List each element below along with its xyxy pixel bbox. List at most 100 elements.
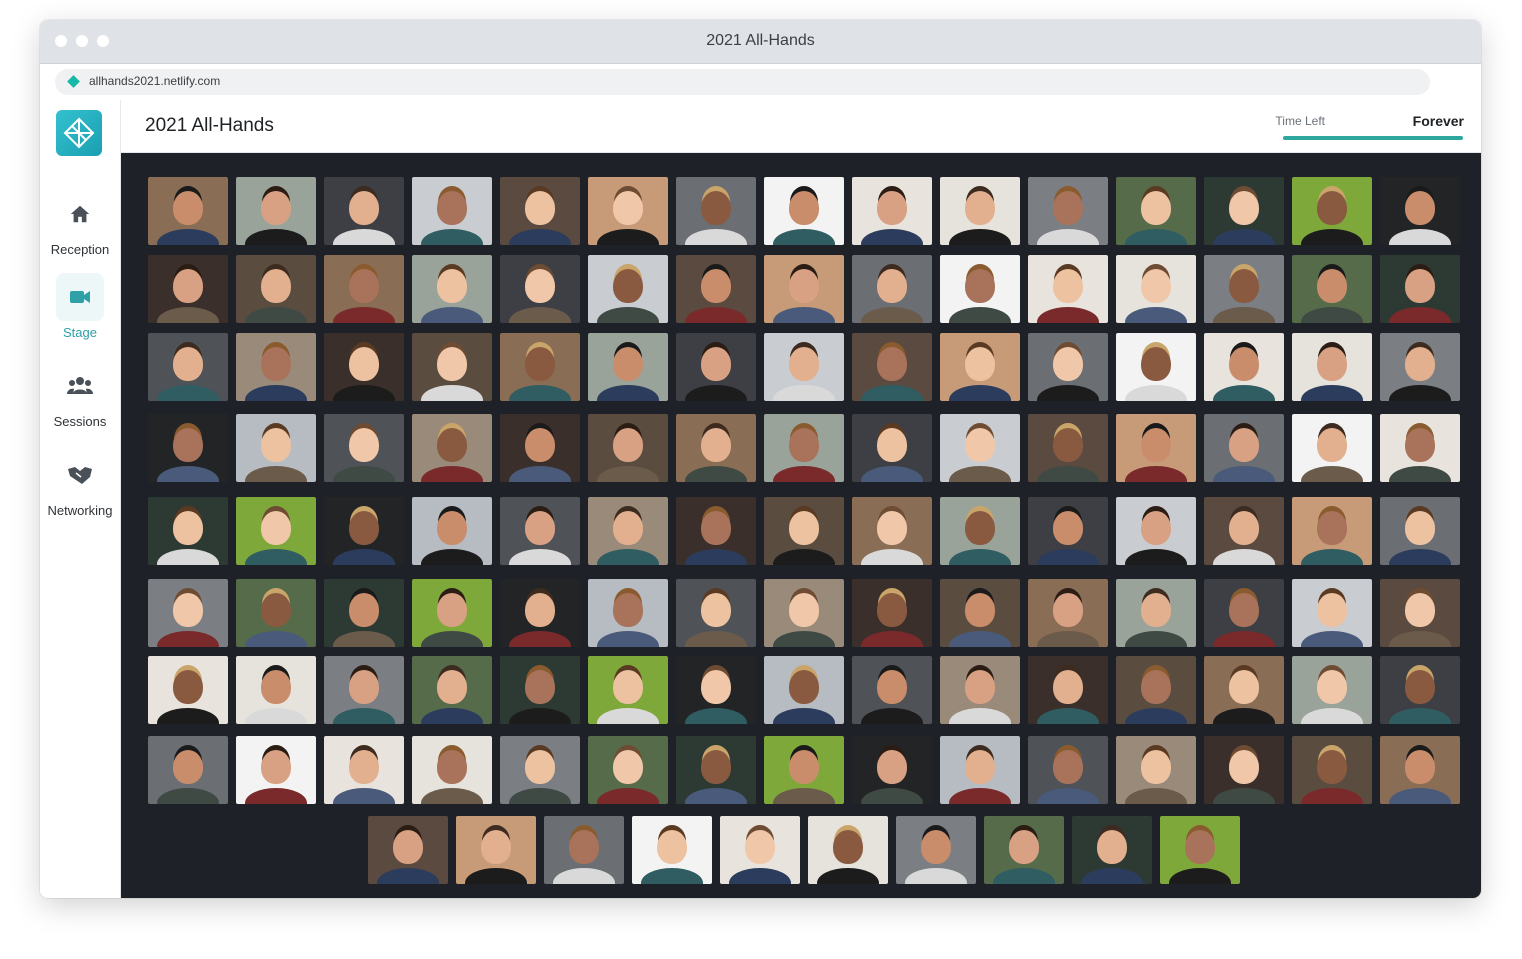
participant-video-tile[interactable] xyxy=(1292,579,1372,647)
participant-video-tile[interactable] xyxy=(324,579,404,647)
participant-video-tile[interactable] xyxy=(412,414,492,482)
participant-video-tile[interactable] xyxy=(764,177,844,245)
participant-video-tile[interactable] xyxy=(236,255,316,323)
sidebar-item-sessions[interactable]: Sessions xyxy=(40,362,120,429)
participant-video-tile[interactable] xyxy=(588,255,668,323)
participant-video-tile[interactable] xyxy=(236,414,316,482)
participant-video-tile[interactable] xyxy=(676,736,756,804)
participant-video-tile[interactable] xyxy=(984,816,1064,884)
participant-video-tile[interactable] xyxy=(236,333,316,401)
participant-video-tile[interactable] xyxy=(148,656,228,724)
participant-video-tile[interactable] xyxy=(1116,255,1196,323)
participant-video-tile[interactable] xyxy=(236,656,316,724)
participant-video-tile[interactable] xyxy=(588,656,668,724)
participant-video-tile[interactable] xyxy=(588,177,668,245)
participant-video-tile[interactable] xyxy=(500,255,580,323)
participant-video-tile[interactable] xyxy=(676,579,756,647)
participant-video-tile[interactable] xyxy=(236,579,316,647)
participant-video-tile[interactable] xyxy=(1116,414,1196,482)
participant-video-tile[interactable] xyxy=(236,736,316,804)
netlify-logo-icon[interactable] xyxy=(56,110,102,156)
participant-video-tile[interactable] xyxy=(1028,255,1108,323)
participant-video-tile[interactable] xyxy=(896,816,976,884)
participant-video-tile[interactable] xyxy=(588,579,668,647)
participant-video-tile[interactable] xyxy=(632,816,712,884)
participant-video-tile[interactable] xyxy=(676,255,756,323)
participant-video-tile[interactable] xyxy=(1292,656,1372,724)
participant-video-tile[interactable] xyxy=(940,579,1020,647)
participant-video-tile[interactable] xyxy=(676,656,756,724)
participant-video-tile[interactable] xyxy=(1204,656,1284,724)
participant-video-tile[interactable] xyxy=(940,177,1020,245)
participant-video-tile[interactable] xyxy=(852,414,932,482)
participant-video-tile[interactable] xyxy=(588,414,668,482)
participant-video-tile[interactable] xyxy=(1116,177,1196,245)
participant-video-tile[interactable] xyxy=(1028,656,1108,724)
participant-video-tile[interactable] xyxy=(588,333,668,401)
participant-video-tile[interactable] xyxy=(1028,736,1108,804)
participant-video-tile[interactable] xyxy=(500,497,580,565)
participant-video-tile[interactable] xyxy=(324,255,404,323)
participant-video-tile[interactable] xyxy=(1292,333,1372,401)
participant-video-tile[interactable] xyxy=(1292,177,1372,245)
participant-video-tile[interactable] xyxy=(940,255,1020,323)
participant-video-tile[interactable] xyxy=(764,255,844,323)
participant-video-tile[interactable] xyxy=(412,255,492,323)
participant-video-tile[interactable] xyxy=(852,255,932,323)
participant-video-tile[interactable] xyxy=(500,333,580,401)
participant-video-tile[interactable] xyxy=(588,497,668,565)
participant-video-tile[interactable] xyxy=(412,579,492,647)
participant-video-tile[interactable] xyxy=(940,497,1020,565)
url-field[interactable]: allhands2021.netlify.com xyxy=(55,69,1430,95)
participant-video-tile[interactable] xyxy=(1380,736,1460,804)
participant-video-tile[interactable] xyxy=(720,816,800,884)
participant-video-tile[interactable] xyxy=(940,333,1020,401)
participant-video-tile[interactable] xyxy=(588,736,668,804)
participant-video-tile[interactable] xyxy=(1116,656,1196,724)
participant-video-tile[interactable] xyxy=(236,177,316,245)
participant-video-tile[interactable] xyxy=(1380,414,1460,482)
participant-video-tile[interactable] xyxy=(676,177,756,245)
sidebar-item-stage[interactable]: Stage xyxy=(40,273,120,340)
participant-video-tile[interactable] xyxy=(764,579,844,647)
participant-video-tile[interactable] xyxy=(764,656,844,724)
participant-video-tile[interactable] xyxy=(412,333,492,401)
sidebar-item-networking[interactable]: Networking xyxy=(40,451,120,518)
participant-video-tile[interactable] xyxy=(324,736,404,804)
participant-video-tile[interactable] xyxy=(148,177,228,245)
participant-video-tile[interactable] xyxy=(148,497,228,565)
participant-video-tile[interactable] xyxy=(1204,333,1284,401)
participant-video-tile[interactable] xyxy=(544,816,624,884)
participant-video-tile[interactable] xyxy=(500,656,580,724)
participant-video-tile[interactable] xyxy=(412,177,492,245)
participant-video-tile[interactable] xyxy=(1116,579,1196,647)
participant-video-tile[interactable] xyxy=(1204,579,1284,647)
participant-video-tile[interactable] xyxy=(500,736,580,804)
participant-video-tile[interactable] xyxy=(1292,736,1372,804)
participant-video-tile[interactable] xyxy=(500,579,580,647)
participant-video-tile[interactable] xyxy=(324,656,404,724)
participant-video-tile[interactable] xyxy=(324,177,404,245)
participant-video-tile[interactable] xyxy=(1380,255,1460,323)
participant-video-tile[interactable] xyxy=(764,736,844,804)
participant-video-tile[interactable] xyxy=(1028,497,1108,565)
participant-video-tile[interactable] xyxy=(1204,736,1284,804)
participant-video-tile[interactable] xyxy=(148,414,228,482)
participant-video-tile[interactable] xyxy=(412,497,492,565)
participant-video-tile[interactable] xyxy=(1292,497,1372,565)
participant-video-tile[interactable] xyxy=(148,579,228,647)
participant-video-tile[interactable] xyxy=(1292,255,1372,323)
participant-video-tile[interactable] xyxy=(940,736,1020,804)
participant-video-tile[interactable] xyxy=(940,414,1020,482)
participant-video-tile[interactable] xyxy=(1204,177,1284,245)
participant-video-tile[interactable] xyxy=(1380,497,1460,565)
participant-video-tile[interactable] xyxy=(852,177,932,245)
participant-video-tile[interactable] xyxy=(148,333,228,401)
participant-video-tile[interactable] xyxy=(324,497,404,565)
participant-video-tile[interactable] xyxy=(1380,333,1460,401)
sidebar-item-reception[interactable]: Reception xyxy=(40,190,120,257)
participant-video-tile[interactable] xyxy=(412,736,492,804)
participant-video-tile[interactable] xyxy=(1028,579,1108,647)
participant-video-tile[interactable] xyxy=(500,414,580,482)
participant-video-tile[interactable] xyxy=(324,333,404,401)
